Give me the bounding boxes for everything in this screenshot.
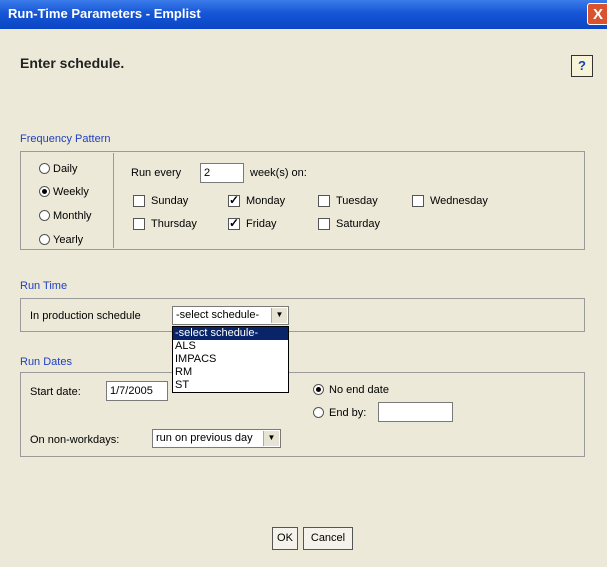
non-workdays-select[interactable]: run on previous day ▼ xyxy=(152,429,281,448)
close-icon[interactable]: X xyxy=(587,3,607,25)
no-end-date-label: No end date xyxy=(329,384,389,396)
non-workdays-select-value: run on previous day xyxy=(156,432,253,444)
run-dates-label: Run Dates xyxy=(20,356,72,368)
day-label-saturday: Saturday xyxy=(336,218,381,230)
schedule-option[interactable]: ST xyxy=(173,379,288,392)
start-date-input[interactable]: 1/7/2005 xyxy=(106,381,168,401)
frequency-radio-weekly[interactable] xyxy=(39,186,50,197)
schedule-select-value: -select schedule- xyxy=(176,309,260,321)
start-date-label: Start date: xyxy=(30,386,81,398)
schedule-dropdown-list[interactable]: -select schedule- ALS IMPACS RM ST xyxy=(172,326,289,393)
day-checkbox-saturday[interactable] xyxy=(318,218,330,230)
frequency-radio-yearly[interactable] xyxy=(39,234,50,245)
weeks-on-label: week(s) on: xyxy=(250,167,307,179)
frequency-label-weekly: Weekly xyxy=(53,186,89,198)
help-icon[interactable]: ? xyxy=(571,55,593,77)
dialog-window: Run-Time Parameters - Emplist X Enter sc… xyxy=(0,0,607,567)
no-end-date-radio[interactable] xyxy=(313,384,324,395)
schedule-option[interactable]: ALS xyxy=(173,340,288,353)
end-by-radio[interactable] xyxy=(313,407,324,418)
ok-button[interactable]: OK xyxy=(272,527,298,550)
cancel-button[interactable]: Cancel xyxy=(303,527,353,550)
chevron-down-icon[interactable]: ▼ xyxy=(271,308,287,323)
day-label-wednesday: Wednesday xyxy=(430,195,488,207)
day-checkbox-thursday[interactable] xyxy=(133,218,145,230)
day-label-tuesday: Tuesday xyxy=(336,195,378,207)
day-checkbox-wednesday[interactable] xyxy=(412,195,424,207)
run-every-label: Run every xyxy=(131,167,182,179)
frequency-label-monthly: Monthly xyxy=(53,210,92,222)
frequency-group xyxy=(20,151,585,250)
window-title: Run-Time Parameters - Emplist xyxy=(8,6,201,21)
page-title: Enter schedule. xyxy=(20,55,125,71)
frequency-pattern-label: Frequency Pattern xyxy=(20,133,111,145)
schedule-select[interactable]: -select schedule- ▼ xyxy=(172,306,289,325)
schedule-option[interactable]: RM xyxy=(173,366,288,379)
day-label-sunday: Sunday xyxy=(151,195,189,207)
end-by-label: End by: xyxy=(329,407,367,419)
schedule-option[interactable]: -select schedule- xyxy=(173,327,288,340)
day-checkbox-monday[interactable] xyxy=(228,193,240,207)
non-workdays-label: On non-workdays: xyxy=(30,434,120,446)
frequency-divider xyxy=(113,153,114,248)
chevron-down-icon[interactable]: ▼ xyxy=(263,431,279,446)
day-checkbox-friday[interactable] xyxy=(228,216,240,230)
frequency-label-daily: Daily xyxy=(53,163,78,175)
run-every-input[interactable]: 2 xyxy=(200,163,244,183)
day-label-thursday: Thursday xyxy=(151,218,197,230)
production-schedule-label: In production schedule xyxy=(30,310,141,322)
day-checkbox-tuesday[interactable] xyxy=(318,195,330,207)
end-by-input[interactable] xyxy=(378,402,453,422)
frequency-radio-daily[interactable] xyxy=(39,163,50,174)
day-label-monday: Monday xyxy=(246,195,286,207)
day-label-friday: Friday xyxy=(246,218,277,230)
run-time-label: Run Time xyxy=(20,280,68,292)
title-bar[interactable]: Run-Time Parameters - Emplist X xyxy=(0,0,607,29)
frequency-label-yearly: Yearly xyxy=(53,234,84,246)
schedule-option[interactable]: IMPACS xyxy=(173,353,288,366)
frequency-radio-monthly[interactable] xyxy=(39,210,50,221)
day-checkbox-sunday[interactable] xyxy=(133,195,145,207)
